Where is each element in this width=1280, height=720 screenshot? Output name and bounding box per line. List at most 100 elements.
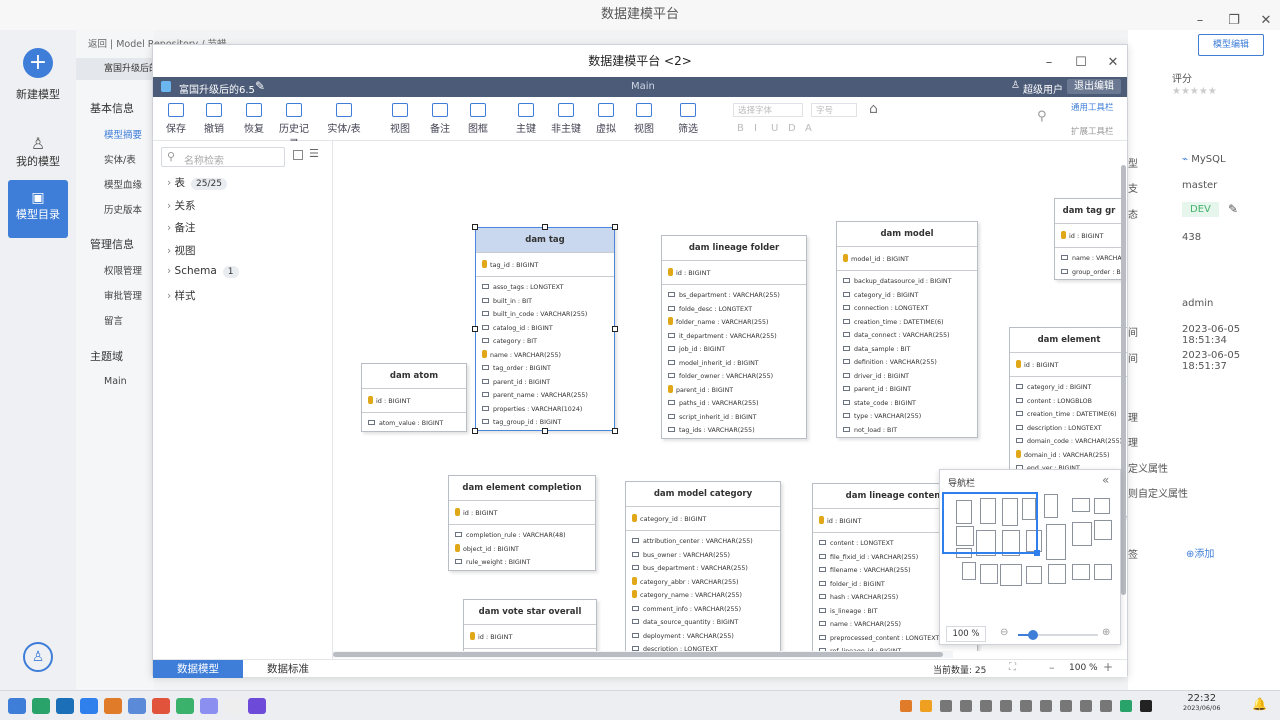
- files-icon[interactable]: [200, 698, 218, 714]
- search-icon[interactable]: ⚲: [1037, 109, 1047, 124]
- clock[interactable]: 22:32 2023/06/06: [1183, 693, 1220, 712]
- nav-domain-main[interactable]: Main: [104, 376, 127, 387]
- navigator-zoom[interactable]: 100 %: [946, 626, 986, 642]
- counter-icon[interactable]: [224, 698, 242, 714]
- resize-handle[interactable]: [472, 428, 478, 434]
- tray-icon[interactable]: [980, 700, 992, 712]
- model-tab[interactable]: 富国升级后的6.5: [76, 58, 154, 80]
- my-model-button[interactable]: ♙ 我的模型: [8, 134, 68, 169]
- resize-handle[interactable]: [612, 326, 618, 332]
- entity-table[interactable]: dam model category category_id : BIGINT at…: [625, 481, 781, 651]
- model-edit-button[interactable]: 模型编辑: [1198, 34, 1264, 56]
- file-manager-icon[interactable]: [56, 698, 74, 714]
- launcher-icon[interactable]: [8, 698, 26, 714]
- collapse-icon[interactable]: «: [1102, 473, 1109, 487]
- tab-data-standard[interactable]: 数据标准: [243, 660, 333, 678]
- tree-node[interactable]: › Schema 1: [167, 265, 239, 278]
- tree-node[interactable]: › 备注: [167, 220, 196, 235]
- zoom-in-button[interactable]: +: [1103, 660, 1113, 674]
- entity-table[interactable]: dam tag gr id : BIGINT name : VARCHAR group…: [1054, 198, 1124, 280]
- music-icon[interactable]: [152, 698, 170, 714]
- tree-node[interactable]: › 关系: [167, 198, 196, 213]
- zoom-slider-handle[interactable]: [1028, 630, 1038, 640]
- note-button[interactable]: 备注: [423, 103, 457, 135]
- tree-node[interactable]: › 样式: [167, 288, 196, 303]
- resize-handle[interactable]: [612, 224, 618, 230]
- nav-model-summary[interactable]: 模型摘要: [104, 127, 142, 141]
- zoom-slider[interactable]: [1018, 630, 1098, 640]
- tray-icon[interactable]: [1000, 700, 1012, 712]
- resize-handle[interactable]: [472, 326, 478, 332]
- nav-approval[interactable]: 审批管理: [104, 288, 142, 302]
- fit-screen-icon[interactable]: ⛶: [1009, 662, 1016, 673]
- maximize-icon[interactable]: ☐: [1071, 47, 1091, 79]
- tray-icon[interactable]: [1020, 700, 1032, 712]
- zoom-out-button[interactable]: –: [1049, 661, 1055, 674]
- tray-icon[interactable]: [920, 700, 932, 712]
- checkbox[interactable]: [293, 150, 303, 160]
- new-model-button[interactable]: + 新建模型: [8, 48, 68, 102]
- entity-table[interactable]: dam element completion id : BIGINT complet…: [448, 475, 596, 571]
- edit-name-icon[interactable]: ✎: [255, 79, 265, 93]
- tab-data-model[interactable]: 数据模型: [153, 660, 243, 678]
- nav-model-lineage[interactable]: 模型血缘: [104, 177, 142, 191]
- fill-color-icon[interactable]: ⌂: [869, 101, 878, 117]
- view-2-button[interactable]: 视图: [627, 103, 661, 135]
- tray-icon[interactable]: [1120, 700, 1132, 712]
- exit-edit-button[interactable]: 退出编辑: [1067, 79, 1121, 94]
- redo-button[interactable]: 恢复: [237, 103, 271, 135]
- desktop-icon[interactable]: [32, 698, 50, 714]
- close-icon[interactable]: ✕: [1103, 47, 1123, 79]
- filter-button[interactable]: 筛选: [671, 103, 705, 135]
- nav-message[interactable]: 留言: [104, 313, 123, 327]
- save-button[interactable]: 保存: [159, 103, 193, 135]
- non-primary-key-button[interactable]: 非主键: [549, 103, 583, 135]
- tray-icon[interactable]: [960, 700, 972, 712]
- minimize-icon[interactable]: –: [1039, 47, 1059, 79]
- tray-icon[interactable]: [1100, 700, 1112, 712]
- resize-handle[interactable]: [612, 428, 618, 434]
- resize-handle[interactable]: [542, 224, 548, 230]
- extended-toolbar-toggle[interactable]: 扩展工具栏: [1071, 125, 1114, 137]
- photos-icon[interactable]: [128, 698, 146, 714]
- entity-table[interactable]: dam vote star overallid : BIGINTitem_id …: [463, 599, 597, 651]
- zoom-out-icon[interactable]: ⊖: [1000, 627, 1008, 638]
- search-box[interactable]: ⚲ 名称检索: [161, 147, 285, 167]
- viewport-indicator[interactable]: [942, 492, 1038, 554]
- tray-icon[interactable]: [1060, 700, 1072, 712]
- format-a-button[interactable]: A: [805, 123, 812, 134]
- tray-icon[interactable]: [1080, 700, 1092, 712]
- nav-entity-table[interactable]: 实体/表: [104, 152, 136, 166]
- avatar[interactable]: ♙: [23, 642, 53, 672]
- notes-icon[interactable]: [176, 698, 194, 714]
- player-icon[interactable]: [248, 698, 266, 714]
- entity-table[interactable]: dam atom id : BIGINT atom_value : BIGINT: [361, 363, 467, 432]
- model-catalog-button[interactable]: ▣ 模型目录: [8, 180, 68, 238]
- viewport-resize-handle[interactable]: [1034, 550, 1040, 556]
- tree-node[interactable]: › 表 25/25: [167, 175, 227, 190]
- horizontal-scrollbar[interactable]: [333, 651, 953, 658]
- tray-icon[interactable]: [1140, 700, 1152, 712]
- format-b-button[interactable]: B: [737, 123, 744, 134]
- entity-table[interactable]: dam tag tag_id : BIGINT asso_tags : LONGTE…: [475, 227, 615, 431]
- bell-icon[interactable]: 🔔: [1252, 697, 1267, 711]
- resize-handle[interactable]: [472, 224, 478, 230]
- virtual-button[interactable]: 虚拟: [589, 103, 623, 135]
- scrollbar-thumb[interactable]: [333, 652, 943, 657]
- pencil-icon[interactable]: ✎: [1228, 202, 1238, 216]
- nav-history[interactable]: 历史版本: [104, 202, 142, 216]
- font-size-select[interactable]: 字号: [811, 103, 857, 117]
- format-d-button[interactable]: D: [788, 123, 796, 134]
- filter-list-icon[interactable]: ☰: [309, 147, 319, 160]
- font-select[interactable]: 选择字体: [733, 103, 803, 117]
- format-u-button[interactable]: U: [771, 123, 778, 134]
- rating-stars[interactable]: ★★★★★: [1172, 86, 1217, 97]
- entity-table-button[interactable]: 实体/表: [327, 103, 361, 135]
- browser-icon[interactable]: [80, 698, 98, 714]
- format-i-button[interactable]: I: [754, 123, 757, 134]
- tree-node[interactable]: › 视图: [167, 243, 196, 258]
- tray-icon[interactable]: [900, 700, 912, 712]
- entity-table[interactable]: dam lineage folder id : BIGINT bs_departme…: [661, 235, 807, 439]
- zoom-in-icon[interactable]: ⊕: [1102, 627, 1110, 638]
- resize-handle[interactable]: [542, 428, 548, 434]
